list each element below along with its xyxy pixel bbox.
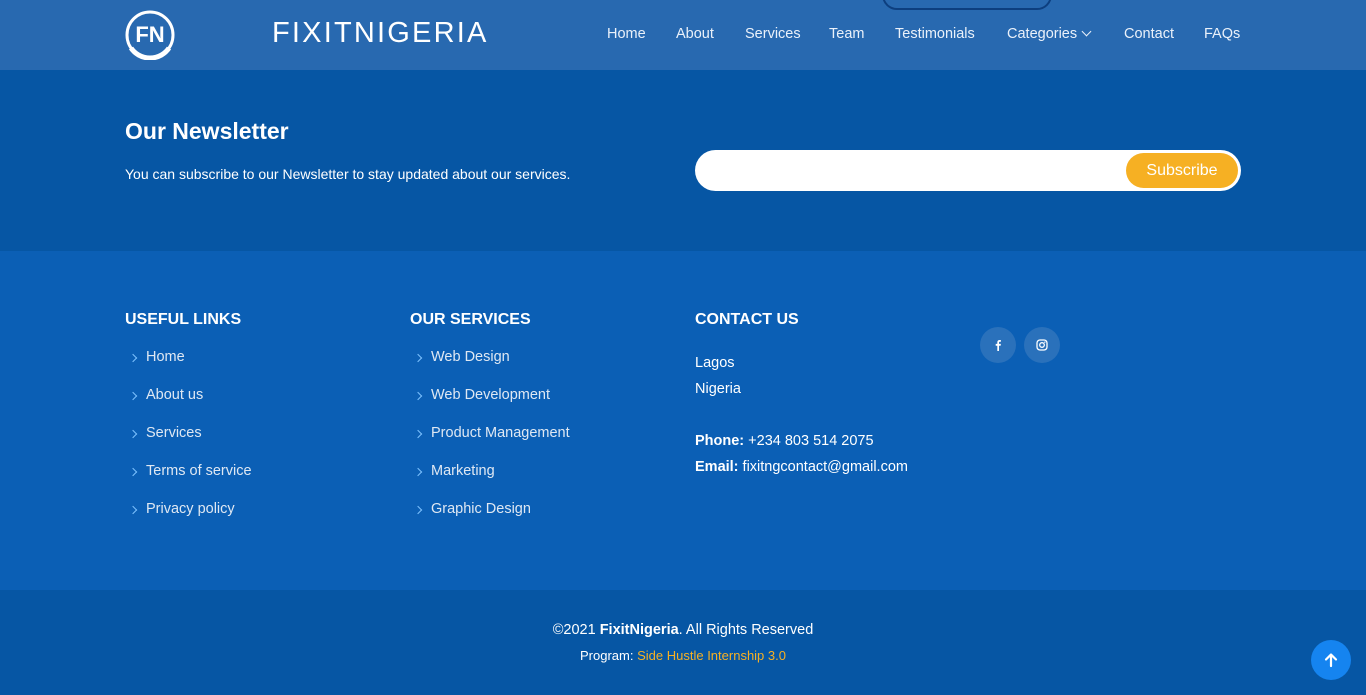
service-link-label: Marketing <box>431 463 495 479</box>
nav-contact[interactable]: Contact <box>1124 26 1174 42</box>
chevron-right-icon <box>128 391 138 401</box>
contact-city: Lagos <box>695 355 735 371</box>
chevron-right-icon <box>128 505 138 515</box>
phone-label: Phone: <box>695 433 745 449</box>
service-link-graphic-design[interactable]: Graphic Design <box>410 501 570 539</box>
footer-link-label: Services <box>146 425 202 441</box>
footer-link-home[interactable]: Home <box>125 349 252 387</box>
instagram-icon <box>1036 339 1048 351</box>
chevron-right-icon <box>128 429 138 439</box>
newsletter-title: Our Newsletter <box>125 118 289 144</box>
nav-home[interactable]: Home <box>607 26 646 42</box>
service-link-label: Product Management <box>431 425 570 441</box>
copyright-prefix: ©2021 <box>552 622 596 638</box>
facebook-icon <box>995 340 1001 351</box>
header-partial-button[interactable] <box>882 0 1052 10</box>
arrow-up-icon <box>1324 653 1338 668</box>
useful-links-column: USEFUL LINKS Home About us Services Term… <box>125 311 252 539</box>
useful-links-title: USEFUL LINKS <box>125 311 242 328</box>
footer-link-label: About us <box>146 387 204 403</box>
subscribe-button[interactable]: Subscribe <box>1126 153 1238 188</box>
chevron-down-icon <box>1081 26 1092 37</box>
contact-country: Nigeria <box>695 381 741 397</box>
service-link-label: Graphic Design <box>431 501 531 517</box>
newsletter-description: You can subscribe to our Newsletter to s… <box>125 166 571 182</box>
service-link-label: Web Development <box>431 387 551 403</box>
main-nav: Home About Services Team Testimonials Ca… <box>0 26 1366 46</box>
email-value[interactable]: fixitngcontact@gmail.com <box>743 459 908 475</box>
back-to-top-button[interactable] <box>1311 640 1351 680</box>
footer-link-label: Privacy policy <box>146 501 235 517</box>
service-link-web-design[interactable]: Web Design <box>410 349 570 387</box>
chevron-right-icon <box>413 467 423 477</box>
nav-testimonials[interactable]: Testimonials <box>895 26 975 42</box>
nav-team[interactable]: Team <box>829 26 864 42</box>
nav-categories-label: Categories <box>1007 26 1078 42</box>
nav-categories[interactable]: Categories <box>1007 26 1092 42</box>
newsletter-email-input[interactable] <box>711 158 1111 183</box>
nav-faqs[interactable]: FAQs <box>1204 26 1240 42</box>
nav-about[interactable]: About <box>676 26 714 42</box>
services-list: Web Design Web Development Product Manag… <box>410 349 570 539</box>
facebook-button[interactable] <box>980 327 1016 363</box>
chevron-right-icon <box>128 353 138 363</box>
contact-title: CONTACT US <box>695 311 799 328</box>
footer-top: USEFUL LINKS Home About us Services Term… <box>0 251 1366 590</box>
footer-link-privacy[interactable]: Privacy policy <box>125 501 252 539</box>
chevron-right-icon <box>413 505 423 515</box>
contact-gap <box>695 407 908 433</box>
service-link-label: Web Design <box>431 349 510 365</box>
services-column: OUR SERVICES Web Design Web Development … <box>410 311 570 539</box>
footer-link-services[interactable]: Services <box>125 425 252 463</box>
footer-link-about[interactable]: About us <box>125 387 252 425</box>
service-link-marketing[interactable]: Marketing <box>410 463 570 501</box>
email-label: Email: <box>695 459 739 475</box>
contact-column: CONTACT US Lagos Nigeria Phone: +234 803… <box>695 311 908 485</box>
site-header: FN FIXITNIGERIA Home About Services Team… <box>0 0 1366 70</box>
copyright-text: ©2021 FixitNigeria. All Rights Reserved <box>0 622 1366 638</box>
instagram-button[interactable] <box>1024 327 1060 363</box>
footer-link-terms[interactable]: Terms of service <box>125 463 252 501</box>
service-link-product-management[interactable]: Product Management <box>410 425 570 463</box>
chevron-right-icon <box>413 391 423 401</box>
services-title: OUR SERVICES <box>410 311 531 328</box>
footer-link-label: Home <box>146 349 185 365</box>
copyright-suffix: . All Rights Reserved <box>678 622 814 638</box>
chevron-right-icon <box>413 353 423 363</box>
contact-email: Email: fixitngcontact@gmail.com <box>695 459 908 485</box>
copyright-brand: FixitNigeria <box>599 622 679 638</box>
chevron-right-icon <box>413 429 423 439</box>
program-label: Program: <box>580 648 634 663</box>
program-link[interactable]: Side Hustle Internship 3.0 <box>637 648 786 663</box>
service-link-web-development[interactable]: Web Development <box>410 387 570 425</box>
footer-link-label: Terms of service <box>146 463 252 479</box>
newsletter-section: Our Newsletter You can subscribe to our … <box>0 70 1366 251</box>
footer-bottom: ©2021 FixitNigeria. All Rights Reserved … <box>0 590 1366 695</box>
contact-phone: Phone: +234 803 514 2075 <box>695 433 908 459</box>
nav-services[interactable]: Services <box>745 26 801 42</box>
newsletter-form: Subscribe <box>695 150 1241 191</box>
useful-links-list: Home About us Services Terms of service … <box>125 349 252 539</box>
contact-details: Lagos Nigeria Phone: +234 803 514 2075 E… <box>695 355 908 485</box>
phone-value[interactable]: +234 803 514 2075 <box>748 433 873 449</box>
program-credit: Program: Side Hustle Internship 3.0 <box>0 648 1366 663</box>
chevron-right-icon <box>128 467 138 477</box>
